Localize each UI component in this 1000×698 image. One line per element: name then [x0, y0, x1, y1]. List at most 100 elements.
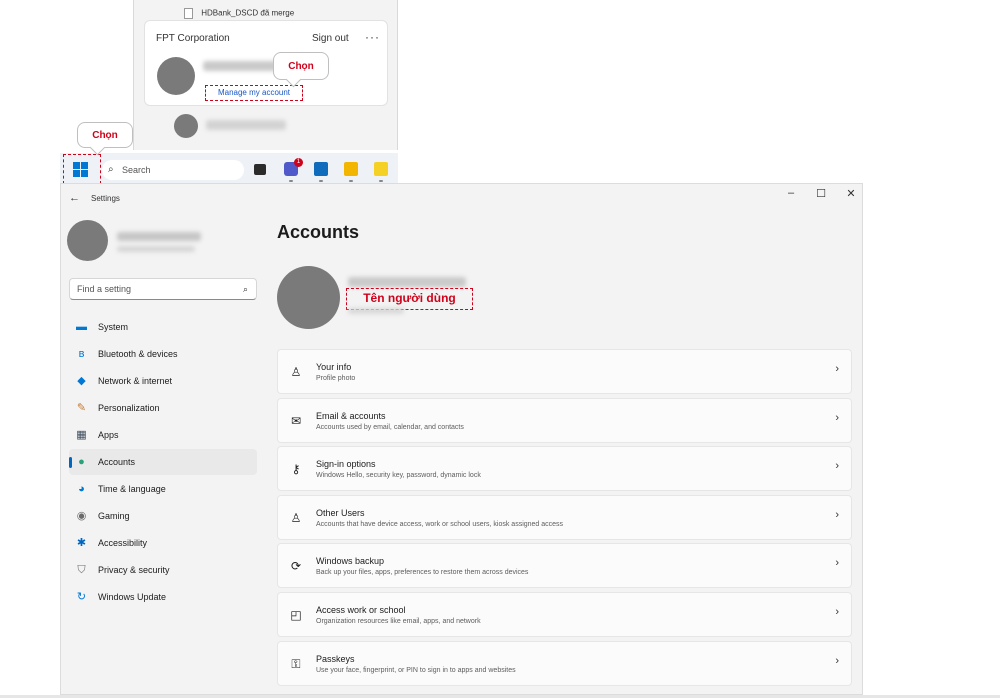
option-title: Your info — [316, 362, 352, 372]
option-title: Windows backup — [316, 556, 385, 567]
file-icon — [184, 8, 193, 19]
option-description: Use your face, fingerprint, or PIN to si… — [316, 666, 516, 674]
option-your-info[interactable]: ♙ Your info Profile photo › — [277, 349, 852, 394]
manage-account-link[interactable]: Manage my account — [205, 85, 303, 101]
add-user-icon: ♙ — [290, 510, 302, 525]
gamepad-icon: ◉ — [76, 510, 87, 522]
notification-badge: 1 — [294, 158, 303, 167]
apps-icon: ▦ — [76, 429, 87, 441]
monitor-icon: ▬ — [76, 321, 87, 333]
chevron-right-icon: › — [835, 654, 839, 667]
option-description: Organization resources like email, apps,… — [316, 617, 481, 625]
avatar[interactable] — [174, 114, 198, 138]
chevron-right-icon: › — [835, 508, 839, 521]
option-email-accounts[interactable]: ✉ Email & accounts Accounts used by email,… — [277, 397, 852, 443]
running-indicator — [289, 180, 293, 182]
avatar — [277, 266, 340, 329]
sidebar-item-personalization[interactable]: ✎ Personalization — [69, 395, 257, 421]
taskbar: ⌕ Search 1 — [60, 153, 398, 185]
sign-out-link[interactable]: Sign out — [312, 33, 349, 44]
task-view-icon[interactable] — [254, 164, 266, 175]
running-indicator — [379, 180, 383, 182]
chevron-right-icon: › — [835, 605, 839, 618]
sidebar-item-label: Windows Update — [98, 592, 167, 602]
maximize-button[interactable]: ☐ — [811, 187, 831, 200]
sticky-notes-icon[interactable] — [374, 162, 388, 176]
search-icon: ⌕ — [242, 284, 248, 294]
annotation-callout: Chọn — [77, 122, 133, 148]
blurred-user-name — [348, 277, 466, 287]
wifi-icon: ◆ — [77, 375, 86, 387]
search-placeholder: Search — [122, 165, 151, 175]
sidebar-item-label: System — [98, 322, 129, 332]
chevron-right-icon: › — [835, 411, 839, 424]
option-passkeys[interactable]: ⚿ Passkeys Use your face, fingerprint, or … — [277, 640, 852, 686]
close-button[interactable]: ✕ — [841, 187, 861, 200]
option-other-users[interactable]: ♙ Other Users Accounts that have device ac… — [277, 494, 852, 540]
running-indicator — [349, 180, 353, 182]
sidebar-item-privacy-security[interactable]: ⛉ Privacy & security — [69, 557, 257, 583]
option-title: Other Users — [316, 507, 365, 518]
file-explorer-icon[interactable] — [344, 162, 358, 176]
mail-icon: ✉ — [290, 413, 302, 428]
back-arrow-icon[interactable]: ← — [69, 192, 80, 204]
annotation-callout: Chọn — [273, 52, 329, 80]
blurred-user-email — [348, 308, 404, 314]
option-windows-backup[interactable]: ⟳ Windows backup Back up your files, apps,… — [277, 543, 852, 589]
sidebar-item-bluetooth-devices[interactable]: ʙ Bluetooth & devices — [69, 341, 257, 367]
sidebar-item-label: Personalization — [98, 403, 160, 413]
sidebar-item-network-internet[interactable]: ◆ Network & internet — [69, 368, 257, 394]
brush-icon: ✎ — [76, 402, 87, 414]
sidebar-item-label: Apps — [98, 430, 119, 440]
taskbar-search-input[interactable]: ⌕ Search — [102, 160, 244, 180]
recent-file-item[interactable]: HDBank_DSCD đã merge — [184, 8, 294, 19]
option-sign-in-options[interactable]: ⚷ Sign-in options Windows Hello, security … — [277, 446, 852, 492]
passkey-icon: ⚿ — [291, 656, 301, 671]
person-icon: ● — [78, 456, 85, 468]
chevron-right-icon: › — [835, 460, 839, 473]
blurred-account-name — [206, 120, 286, 130]
sidebar-item-windows-update[interactable]: ↻ Windows Update — [69, 584, 257, 610]
sidebar-item-apps[interactable]: ▦ Apps — [69, 422, 257, 448]
avatar[interactable] — [67, 220, 108, 261]
username-annotation: Tên người dùng — [346, 288, 473, 310]
update-icon: ↻ — [76, 591, 87, 603]
option-title: Access work or school — [316, 604, 406, 615]
minimize-button[interactable]: – — [781, 187, 801, 199]
option-title: Sign-in options — [316, 459, 376, 470]
window-title: Settings — [91, 194, 120, 203]
option-title: Email & accounts — [316, 410, 386, 421]
sidebar-item-accessibility[interactable]: ✱ Accessibility — [69, 530, 257, 556]
sidebar-nav: ▬ System ʙ Bluetooth & devices ◆ Network & in… — [69, 314, 257, 611]
title-bar: ← Settings – ☐ ✕ — [61, 184, 862, 214]
sidebar-item-accounts[interactable]: ● Accounts — [69, 449, 257, 475]
option-description: Windows Hello, security key, password, d… — [316, 472, 481, 480]
accessibility-icon: ✱ — [76, 537, 87, 549]
sidebar-item-system[interactable]: ▬ System — [69, 314, 257, 340]
sidebar-item-time-language[interactable]: ◕ Time & language — [69, 476, 257, 502]
backup-icon: ⟳ — [290, 559, 302, 574]
blurred-account-name — [203, 61, 283, 71]
sidebar-item-label: Gaming — [98, 511, 130, 521]
option-access-work-or-school[interactable]: ◰ Access work or school Organization resou… — [277, 591, 852, 637]
chevron-right-icon: › — [835, 557, 839, 570]
organization-name: FPT Corporation — [156, 33, 230, 44]
page-title: Accounts — [277, 222, 360, 242]
option-title: Passkeys — [316, 653, 355, 664]
sidebar-item-gaming[interactable]: ◉ Gaming — [69, 503, 257, 529]
bluetooth-icon: ʙ — [78, 348, 85, 360]
outlook-icon[interactable] — [314, 162, 328, 176]
settings-window: ← Settings – ☐ ✕ Find a setting ⌕ ▬ Syste… — [60, 183, 863, 695]
sidebar-item-label: Accounts — [98, 457, 136, 467]
account-options-list: ♙ Your info Profile photo › ✉ Email & account… — [277, 349, 852, 689]
windows-start-icon[interactable] — [73, 162, 88, 177]
avatar — [157, 57, 195, 95]
briefcase-icon: ◰ — [290, 607, 302, 622]
sidebar-item-label: Accessibility — [98, 538, 148, 548]
key-icon: ⚷ — [291, 462, 301, 477]
blurred-user-name — [117, 232, 201, 241]
user-info-icon: ♙ — [290, 365, 302, 379]
sidebar-item-label: Bluetooth & devices — [98, 349, 178, 359]
more-options-icon[interactable]: ··· — [365, 30, 380, 44]
find-setting-input[interactable]: Find a setting ⌕ — [69, 278, 257, 300]
